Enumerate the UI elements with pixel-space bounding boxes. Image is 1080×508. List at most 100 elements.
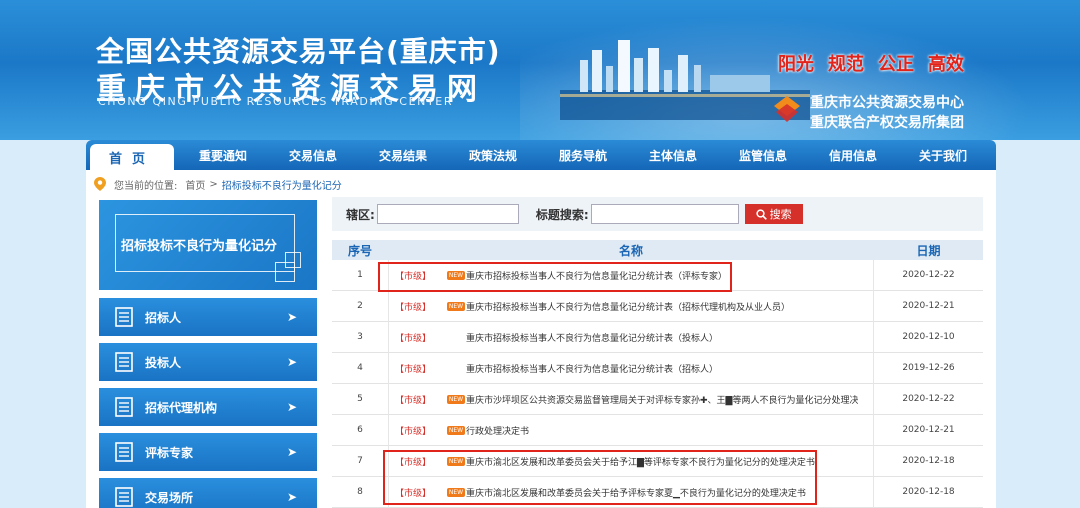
nav-credit-info[interactable]: 信用信息 <box>808 140 898 170</box>
row-name-cell: 【市级】 重庆市招标投标当事人不良行为信息量化记分统计表（招标人） <box>388 352 874 384</box>
document-icon <box>115 307 133 327</box>
row-date: 2020-12-22 <box>902 270 955 280</box>
nav-notices[interactable]: 重要通知 <box>178 140 268 170</box>
title-search-input[interactable] <box>590 204 739 224</box>
sidebar-banner: 招标投标不良行为量化记分 <box>99 200 317 290</box>
nav-about[interactable]: 关于我们 <box>898 140 988 170</box>
row-no: 4 <box>357 363 363 373</box>
arrow-right-icon: ➤ <box>286 355 297 369</box>
table-row[interactable]: 2 【市级】 NEW 重庆市招标投标当事人不良行为信息量化记分统计表（招标代理机构及从… <box>332 290 983 322</box>
sidebar-item-label: 招标人 <box>145 310 182 325</box>
document-icon <box>115 442 133 462</box>
row-no: 5 <box>357 394 363 404</box>
main-nav: 首页 重要通知 交易信息 交易结果 政策法规 服务导航 主体信息 监管信息 信用… <box>86 140 996 170</box>
new-badge-icon: NEW <box>447 425 465 435</box>
slogan-1: 阳光 <box>778 54 814 75</box>
sidebar-item-experts[interactable]: 评标专家 ➤ <box>99 433 317 471</box>
row-title-link[interactable]: 重庆市招标投标当事人不良行为信息量化记分统计表（投标人） <box>466 331 718 344</box>
row-name-cell: 【市级】 NEW 重庆市招标投标当事人不良行为信息量化记分统计表（招标代理机构及从业… <box>388 290 874 322</box>
nav-policies[interactable]: 政策法规 <box>448 140 538 170</box>
main-panel: 您当前的位置: 首页 > 招标投标不良行为量化记分 招标投标不良行为量化记分 招… <box>86 170 996 508</box>
nav-entity-info[interactable]: 主体信息 <box>628 140 718 170</box>
row-name-cell: 【市级】 NEW 行政处理决定书 <box>388 414 874 446</box>
site-subtitle-en: CHONG QING PUBLIC RESOURCES TRADING CENT… <box>98 95 454 108</box>
location-pin-icon <box>94 177 106 191</box>
row-level: 【市级】 <box>395 333 432 344</box>
sidebar-item-label: 招标代理机构 <box>145 400 218 415</box>
search-icon <box>755 208 767 220</box>
row-date: 2020-12-18 <box>902 456 955 466</box>
title-search-label: 标题搜索: <box>535 207 589 222</box>
org-name-2: 重庆联合产权交易所集团 <box>810 115 964 131</box>
district-label: 辖区: <box>346 207 375 222</box>
breadcrumb-sep: > <box>209 178 218 190</box>
row-date: 2020-12-22 <box>902 394 955 404</box>
row-title-link[interactable]: 行政处理决定书 <box>466 424 529 437</box>
row-level: 【市级】 <box>395 364 432 375</box>
row-date: 2020-12-10 <box>902 332 955 342</box>
nav-service-guide[interactable]: 服务导航 <box>538 140 628 170</box>
sidebar-item-venues[interactable]: 交易场所 ➤ <box>99 478 317 508</box>
row-no: 2 <box>357 301 363 311</box>
sidebar-item-label: 交易场所 <box>145 490 194 505</box>
header-no: 序号 <box>347 243 372 258</box>
nav-home[interactable]: 首页 <box>90 144 174 170</box>
slogan-4: 高效 <box>928 54 964 75</box>
row-date: 2019-12-26 <box>902 363 955 373</box>
document-icon <box>115 397 133 417</box>
sidebar-banner-title: 招标投标不良行为量化记分 <box>121 239 278 254</box>
header-name: 名称 <box>618 243 643 258</box>
district-input[interactable] <box>376 204 519 224</box>
row-title-link[interactable]: 重庆市沙坪坝区公共资源交易监督管理局关于对评标专家孙✚、王▇等两人不良行为量化记… <box>466 393 858 406</box>
table-row[interactable]: 6 【市级】 NEW 行政处理决定书 2020-12-21 <box>332 414 983 446</box>
row-no: 6 <box>357 425 363 435</box>
arrow-right-icon: ➤ <box>286 490 297 504</box>
row-no: 7 <box>357 456 363 466</box>
highlight-box-row1 <box>378 262 732 292</box>
row-date: 2020-12-21 <box>902 301 955 311</box>
new-badge-icon: NEW <box>447 394 465 404</box>
table-header: 序号 名称 日期 <box>332 240 983 260</box>
row-level: 【市级】 <box>395 302 432 313</box>
arrow-right-icon: ➤ <box>286 445 297 459</box>
banner-frame-deco-2 <box>275 262 295 282</box>
table-row[interactable]: 3 【市级】 重庆市招标投标当事人不良行为信息量化记分统计表（投标人） 2020-12… <box>332 321 983 353</box>
table-row[interactable]: 4 【市级】 重庆市招标投标当事人不良行为信息量化记分统计表（招标人） 2019-12… <box>332 352 983 384</box>
row-level: 【市级】 <box>395 426 432 437</box>
slogan-3: 公正 <box>878 54 914 75</box>
search-button-label: 搜索 <box>769 209 792 221</box>
row-date: 2020-12-21 <box>902 425 955 435</box>
row-name-cell: 【市级】 NEW 重庆市沙坪坝区公共资源交易监督管理局关于对评标专家孙✚、王▇等两人… <box>388 383 874 415</box>
arrow-right-icon: ➤ <box>286 310 297 324</box>
breadcrumb-current[interactable]: 招标投标不良行为量化记分 <box>222 177 342 192</box>
breadcrumb-prefix: 您当前的位置: <box>114 180 178 192</box>
row-title-link[interactable]: 重庆市招标投标当事人不良行为信息量化记分统计表（招标人） <box>466 362 718 375</box>
nav-trading-results[interactable]: 交易结果 <box>358 140 448 170</box>
sidebar-item-tenderer[interactable]: 招标人 ➤ <box>99 298 317 336</box>
table-row[interactable]: 5 【市级】 NEW 重庆市沙坪坝区公共资源交易监督管理局关于对评标专家孙✚、王▇等两… <box>332 383 983 415</box>
row-level: 【市级】 <box>395 395 432 406</box>
slogan-2: 规范 <box>828 54 864 75</box>
new-badge-icon: NEW <box>447 301 465 311</box>
header-date: 日期 <box>916 243 941 258</box>
row-no: 8 <box>357 487 363 497</box>
document-icon <box>115 487 133 507</box>
sidebar-item-agency[interactable]: 招标代理机构 ➤ <box>99 388 317 426</box>
breadcrumb: 您当前的位置: 首页 > 招标投标不良行为量化记分 <box>94 175 342 193</box>
breadcrumb-home[interactable]: 首页 <box>185 177 205 192</box>
row-name-cell: 【市级】 重庆市招标投标当事人不良行为信息量化记分统计表（投标人） <box>388 321 874 353</box>
row-title-link[interactable]: 重庆市招标投标当事人不良行为信息量化记分统计表（招标代理机构及从业人员） <box>466 300 790 313</box>
nav-trading-info[interactable]: 交易信息 <box>268 140 358 170</box>
search-bar: 辖区: 标题搜索: 搜索 <box>332 197 983 231</box>
site-header: 全国公共资源交易平台(重庆市) 重庆市公共资源交易网 CHONG QING PU… <box>0 0 1080 140</box>
document-icon <box>115 352 133 372</box>
arrow-right-icon: ➤ <box>286 400 297 414</box>
nav-supervision-info[interactable]: 监管信息 <box>718 140 808 170</box>
row-no: 3 <box>357 332 363 342</box>
org-logo-icon <box>774 96 800 122</box>
search-button[interactable]: 搜索 <box>744 204 803 224</box>
slogans: 阳光 规范 公正 高效 <box>778 50 964 76</box>
org-name-1: 重庆市公共资源交易中心 <box>810 95 964 111</box>
sidebar-item-label: 投标人 <box>145 355 182 370</box>
sidebar-item-bidder[interactable]: 投标人 ➤ <box>99 343 317 381</box>
